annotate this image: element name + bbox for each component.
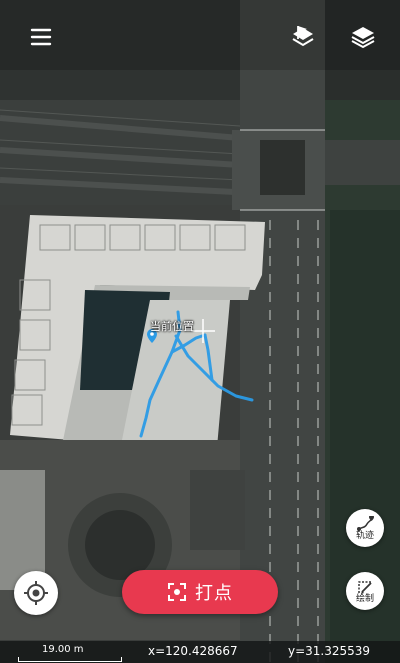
map-flag-icon [292, 26, 314, 47]
locate-target-icon [24, 581, 48, 605]
hamburger-menu-icon [30, 28, 52, 46]
menu-button[interactable] [26, 22, 56, 52]
draw-button[interactable]: 绘制 [346, 572, 384, 610]
satellite-map[interactable] [0, 0, 400, 663]
punch-target-icon [168, 583, 186, 601]
layers-icon [351, 27, 375, 49]
scale-text: 19.00 m [42, 644, 84, 655]
track-button[interactable]: 轨迹 [346, 509, 384, 547]
scale-bar [18, 657, 122, 662]
coordinate-x: x=120.428667 [148, 644, 238, 658]
locate-button[interactable] [14, 571, 58, 615]
layers-button[interactable] [348, 22, 378, 52]
coordinate-y: y=31.325539 [288, 644, 371, 658]
punch-point-button[interactable]: 打点 [122, 570, 278, 614]
draw-polygon-icon [358, 580, 372, 594]
track-icon [357, 515, 374, 531]
track-label: 轨迹 [355, 530, 374, 541]
map-flag-button[interactable] [288, 22, 318, 52]
punch-point-label: 打点 [195, 583, 233, 604]
current-location-label: 当前位置 [150, 320, 194, 333]
draw-label: 绘制 [355, 593, 374, 604]
